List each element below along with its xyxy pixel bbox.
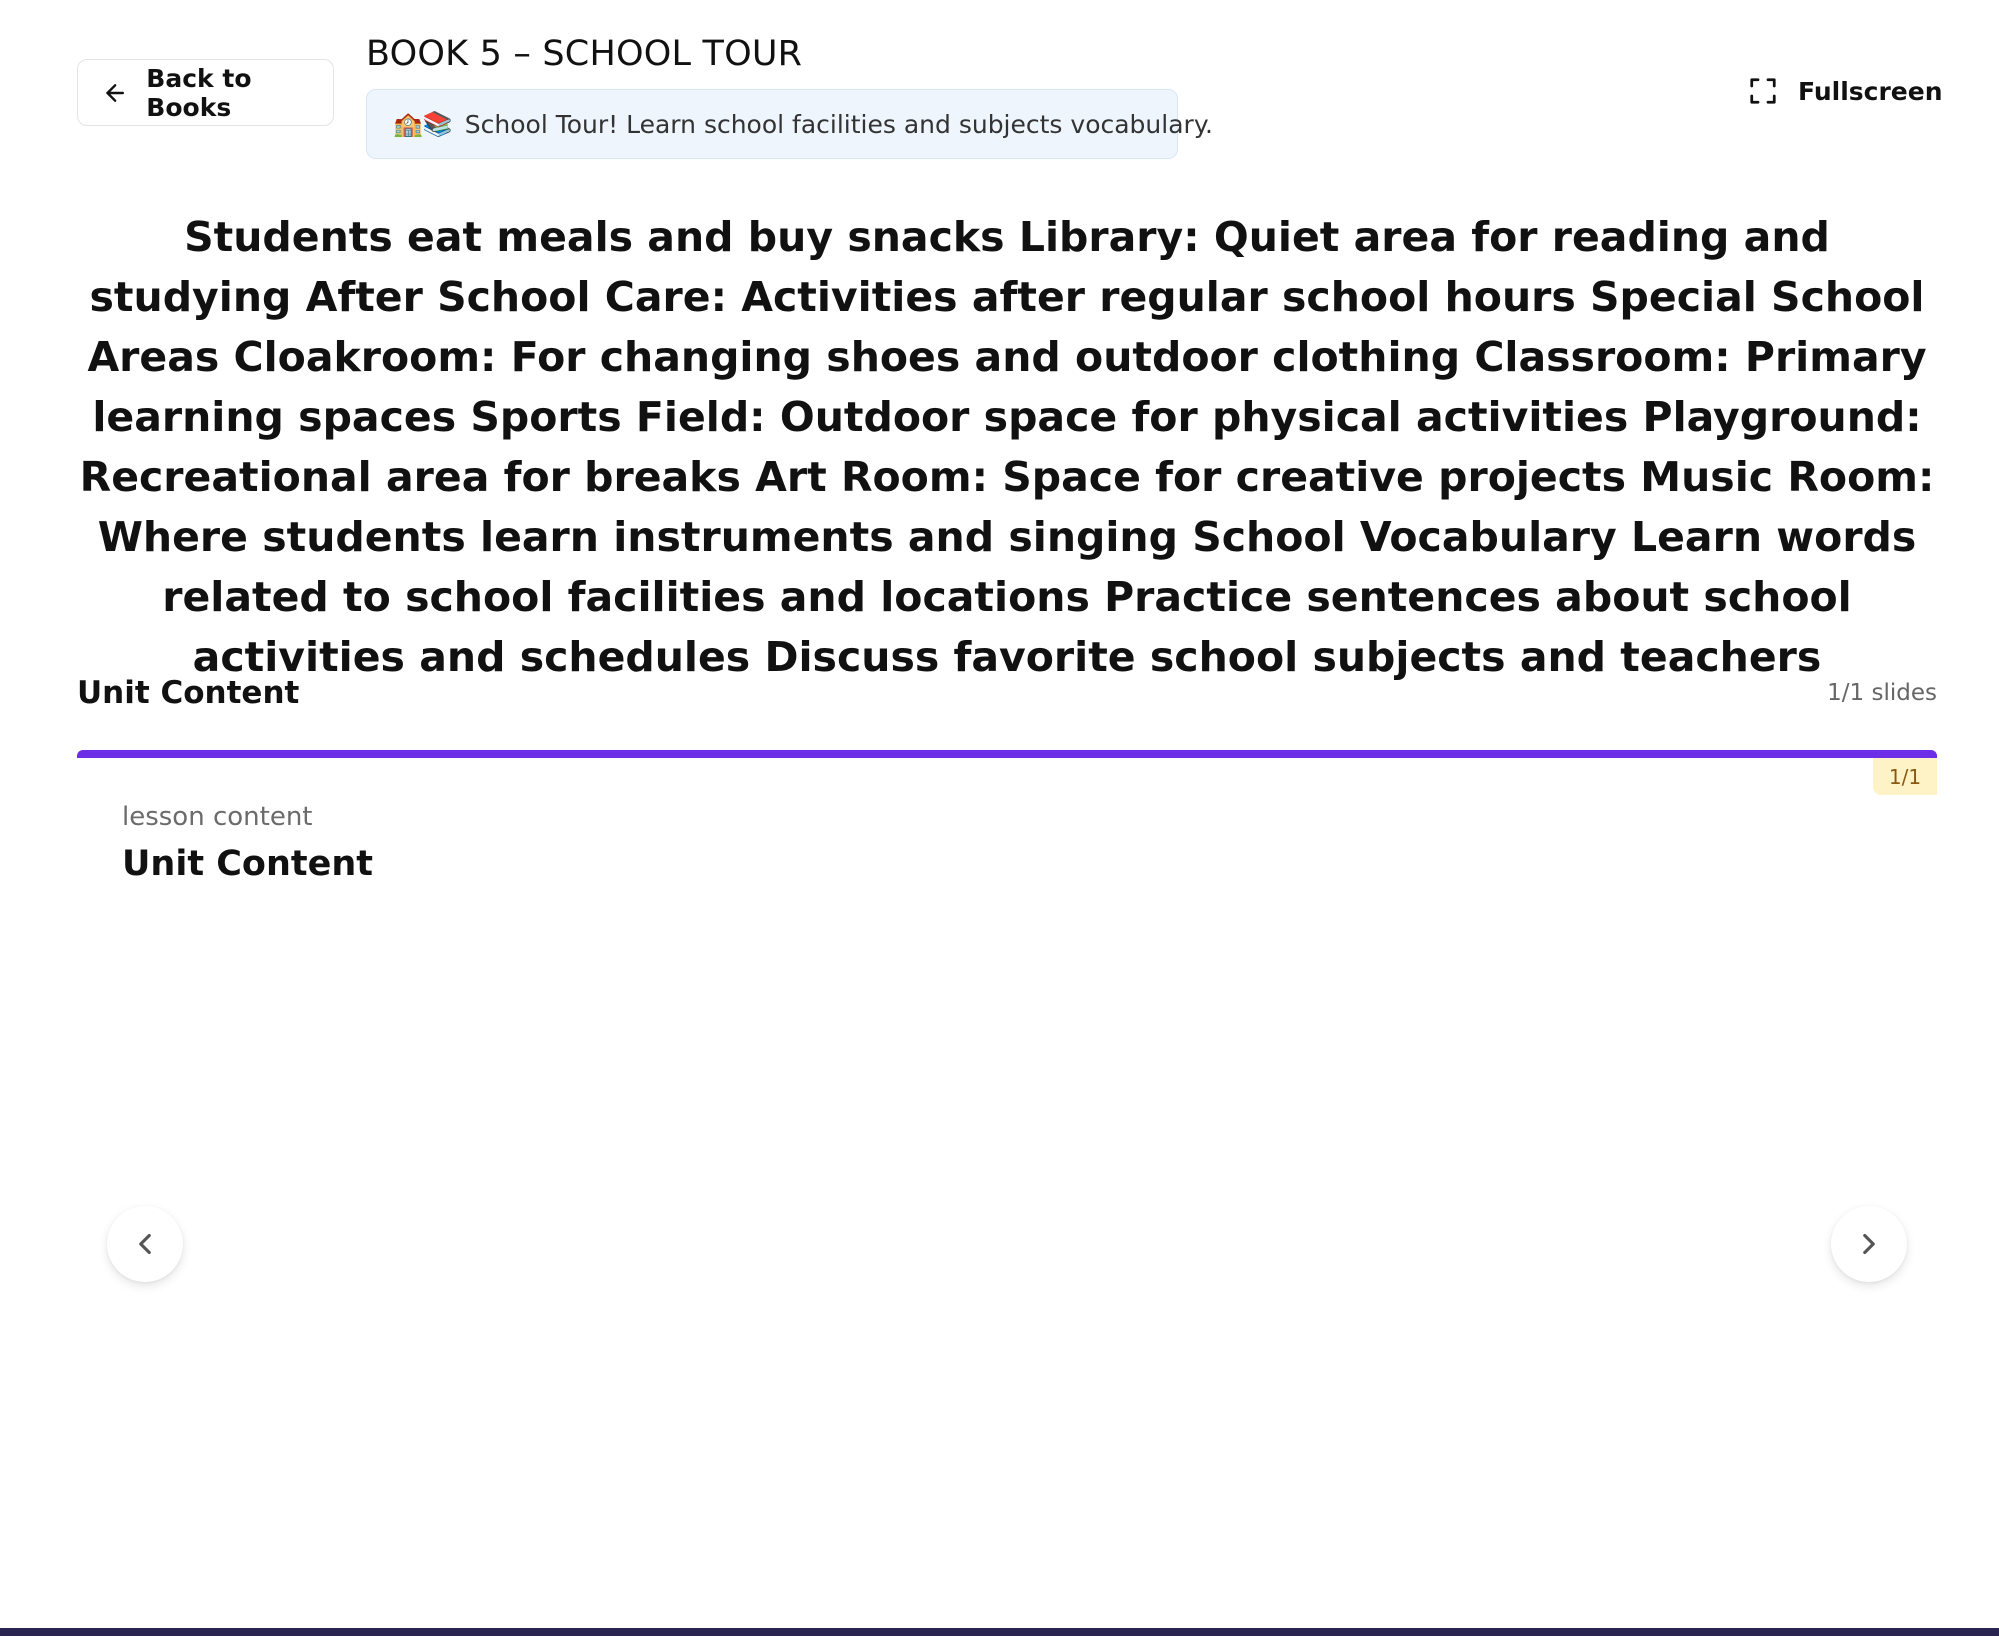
tagline-text: School Tour! Learn school facilities and… [464,109,1213,139]
slide-count: 1/1 slides [1827,680,1937,706]
page-header: Back to Books BOOK 5 – SCHOOL TOUR 🏫📚 Sc… [0,0,1999,170]
fullscreen-label: Fullscreen [1798,76,1943,106]
back-to-books-button[interactable]: Back to Books [77,59,334,126]
bottom-edge-bar [0,1628,1999,1636]
unit-header: Unit Content 1/1 slides [77,675,1937,711]
unit-description: Students eat meals and buy snacks Librar… [79,213,1935,681]
slide-label: lesson content [122,802,313,832]
school-books-icon: 🏫📚 [393,110,453,138]
slide-progress-bar [77,750,1937,758]
arrow-left-icon [106,83,125,102]
slide-title: Unit Content [122,844,374,884]
next-slide-button[interactable] [1831,1206,1907,1282]
slide-number-badge: 1/1 [1873,758,1937,795]
page-title: BOOK 5 – SCHOOL TOUR [366,34,803,74]
tagline-banner: 🏫📚 School Tour! Learn school facilities … [366,89,1213,159]
fullscreen-icon [1750,78,1776,104]
slide-progress-fill [77,750,1937,758]
unit-content-heading: Unit Content [77,675,300,711]
chevron-left-icon [139,1233,151,1255]
back-button-label: Back to Books [146,63,252,122]
chevron-right-icon [1863,1233,1875,1255]
slide-viewer: 1/1 lesson content Unit Content [77,750,1937,1610]
previous-slide-button[interactable] [107,1206,183,1282]
fullscreen-button[interactable]: Fullscreen [1748,76,1943,106]
